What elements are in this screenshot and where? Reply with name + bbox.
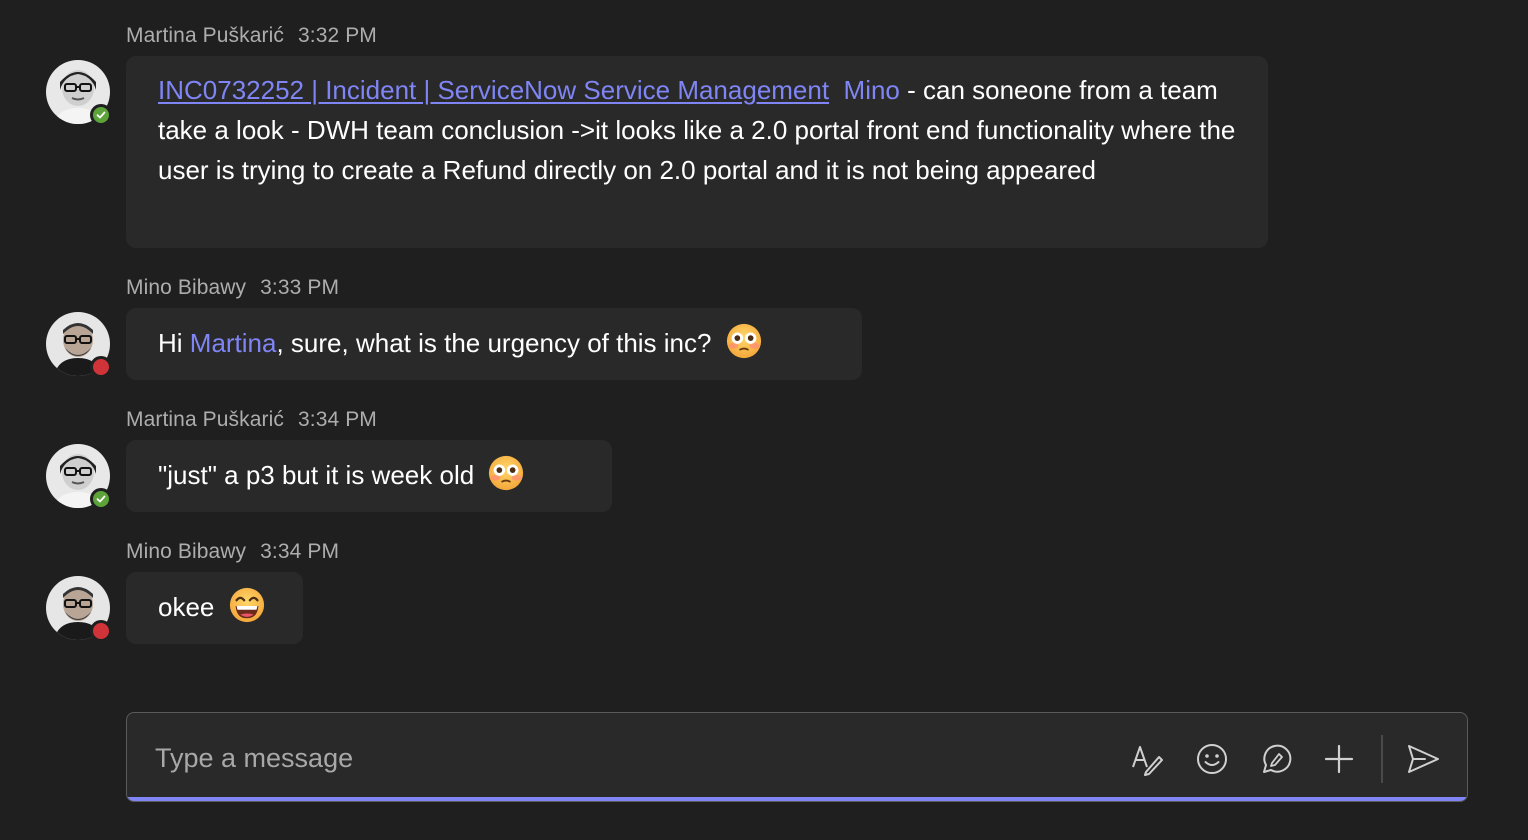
loop-component-button[interactable]	[1256, 739, 1296, 779]
message-text: "just" a p3 but it is week old	[158, 460, 475, 490]
avatar[interactable]	[46, 444, 112, 510]
message-bubble: "just" a p3 but it is week old	[126, 440, 612, 512]
send-icon	[1408, 745, 1439, 773]
presence-busy-icon	[90, 356, 112, 378]
sender-name: Mino Bibawy	[126, 276, 247, 299]
incident-link[interactable]: INC0732252 | Incident | ServiceNow Servi…	[158, 75, 829, 105]
toolbar-divider	[1381, 735, 1383, 783]
message-time: 3:34 PM	[260, 540, 340, 563]
message-bubble: Hi Martina, sure, what is the urgency of…	[126, 308, 862, 380]
mention[interactable]: Mino	[844, 75, 900, 105]
attach-button[interactable]	[1319, 739, 1359, 779]
send-button[interactable]	[1403, 739, 1443, 779]
message-text: , sure, what is the urgency of this inc?	[276, 328, 712, 358]
emoji-button[interactable]	[1192, 739, 1232, 779]
avatar[interactable]	[46, 60, 112, 126]
mention[interactable]: Martina	[190, 328, 277, 358]
flushed-face-emoji	[726, 323, 761, 359]
chat-thread: Martina Puškarić 3:32 PM INC0732252 | Inc…	[0, 0, 1528, 840]
message-bubble: INC0732252 | Incident | ServiceNow Servi…	[126, 56, 1268, 248]
presence-available-icon	[90, 488, 112, 510]
presence-busy-icon	[90, 620, 112, 642]
presence-available-icon	[90, 104, 112, 126]
sender-name: Martina Puškarić	[126, 408, 284, 431]
format-button[interactable]	[1127, 739, 1167, 779]
format-icon	[1132, 746, 1163, 776]
message-time: 3:33 PM	[260, 276, 340, 299]
message-header: Mino Bibawy 3:33 PM	[126, 276, 339, 300]
message-composer	[126, 712, 1468, 802]
avatar[interactable]	[46, 312, 112, 378]
avatar[interactable]	[46, 576, 112, 642]
sender-name: Mino Bibawy	[126, 540, 247, 563]
flushed-face-emoji	[489, 455, 524, 491]
message-header: Martina Puškarić 3:32 PM	[126, 24, 377, 48]
message-text: okee	[158, 592, 215, 622]
composer-focus-underline	[127, 797, 1467, 801]
emoji-icon	[1197, 744, 1227, 774]
message-time: 3:34 PM	[297, 408, 377, 431]
message-time: 3:32 PM	[297, 24, 377, 47]
message-text-prefix: Hi	[158, 328, 190, 358]
message-input[interactable]	[153, 735, 1057, 781]
grinning-face-emoji	[229, 587, 264, 623]
message-header: Martina Puškarić 3:34 PM	[126, 408, 377, 432]
loop-component-icon	[1263, 744, 1292, 773]
sender-name: Martina Puškarić	[126, 24, 284, 47]
attach-plus-icon	[1324, 744, 1354, 774]
message-header: Mino Bibawy 3:34 PM	[126, 540, 339, 564]
message-bubble: okee	[126, 572, 303, 644]
